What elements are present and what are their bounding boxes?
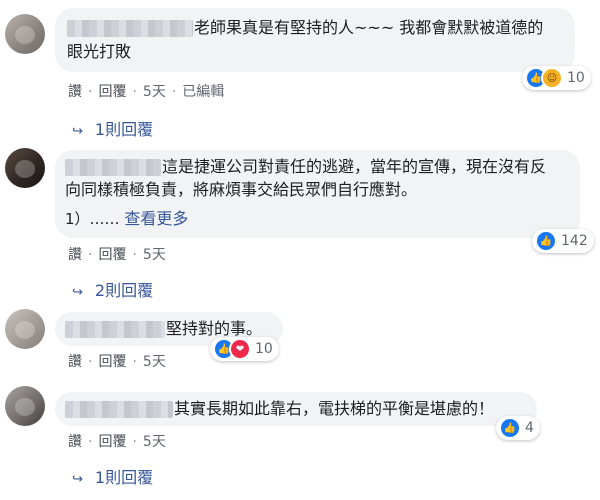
view-replies-link[interactable]: ↪ 2則回覆 <box>72 277 153 301</box>
avatar[interactable] <box>5 309 45 349</box>
comment-bubble: 這是捷運公司對責任的逃避，當年的宣傳，現在沒有反 向同樣積極負責，將麻煩事交給民… <box>55 150 580 238</box>
see-more-link[interactable]: 查看更多 <box>124 209 188 228</box>
reply-link[interactable]: 回覆 <box>98 247 126 263</box>
reactions-badge[interactable]: 👍 ☺ 10 <box>522 66 591 90</box>
timestamp[interactable]: 5天 <box>143 84 166 100</box>
comment-bubble: 老師果真是有堅持的人~~~ 我都會默默被道德的 眼光打敗 <box>55 8 575 72</box>
reply-arrow-icon: ↪ <box>72 472 83 487</box>
comment-text-line: 1）…… <box>65 210 125 228</box>
reaction-count: 142 <box>561 233 588 249</box>
avatar[interactable] <box>5 14 45 54</box>
like-link[interactable]: 讚 <box>68 434 82 450</box>
replies-count-label: 1則回覆 <box>94 120 154 139</box>
like-link[interactable]: 讚 <box>68 84 82 100</box>
view-replies-link[interactable]: ↪ 1則回覆 <box>72 116 153 140</box>
reply-arrow-icon: ↪ <box>72 285 83 300</box>
commenter-name[interactable] <box>65 159 161 176</box>
love-icon: ❤ <box>229 338 251 360</box>
replies-count-label: 2則回覆 <box>94 281 154 300</box>
comment-text-line: 堅持對的事。 <box>166 319 263 338</box>
reaction-count: 10 <box>255 341 273 357</box>
reaction-count: 4 <box>525 420 534 436</box>
comment-text-line: 這是捷運公司對責任的逃避，當年的宣傳，現在沒有反 <box>162 157 547 176</box>
comment-text-line: 老師果真是有堅持的人~~~ 我都會默默被道德的 <box>194 18 544 37</box>
comment-text-line: 眼光打敗 <box>67 42 132 61</box>
avatar[interactable] <box>5 148 45 188</box>
like-link[interactable]: 讚 <box>68 354 82 370</box>
timestamp[interactable]: 5天 <box>143 354 166 370</box>
timestamp[interactable]: 5天 <box>143 247 166 263</box>
comment-text-line: 其實長期如此靠右，電扶梯的平衡是堪慮的！ <box>174 399 495 418</box>
reply-arrow-icon: ↪ <box>72 124 83 139</box>
reply-link[interactable]: 回覆 <box>98 354 126 370</box>
comment-bubble: 其實長期如此靠右，電扶梯的平衡是堪慮的！ <box>55 392 537 426</box>
comment-actions: 讚 · 回覆 · 5天 <box>68 434 166 450</box>
comment-actions: 讚 · 回覆 · 5天 · 已編輯 <box>68 84 225 100</box>
like-icon: 👍 <box>535 230 557 252</box>
reply-link[interactable]: 回覆 <box>98 434 126 450</box>
comment-text-line: 向同樣積極負責，將麻煩事交給民眾們自行應對。 <box>65 180 418 199</box>
reaction-count: 10 <box>567 70 585 86</box>
commenter-name[interactable] <box>65 321 165 338</box>
comment-actions: 讚 · 回覆 · 5天 <box>68 354 166 370</box>
comment-actions: 讚 · 回覆 · 5天 <box>68 247 166 263</box>
replies-count-label: 1則回覆 <box>94 468 154 487</box>
haha-icon: ☺ <box>541 67 563 89</box>
reactions-badge[interactable]: 👍 ❤ 10 <box>210 337 279 361</box>
edited-label[interactable]: 已編輯 <box>182 84 224 100</box>
reactions-badge[interactable]: 👍 4 <box>496 416 540 440</box>
commenter-name[interactable] <box>67 20 193 37</box>
like-icon: 👍 <box>499 417 521 439</box>
view-replies-link[interactable]: ↪ 1則回覆 <box>72 464 153 488</box>
commenter-name[interactable] <box>65 401 173 418</box>
reply-link[interactable]: 回覆 <box>98 84 126 100</box>
reactions-badge[interactable]: 👍 142 <box>532 229 594 253</box>
timestamp[interactable]: 5天 <box>143 434 166 450</box>
like-link[interactable]: 讚 <box>68 247 82 263</box>
avatar[interactable] <box>5 386 45 426</box>
